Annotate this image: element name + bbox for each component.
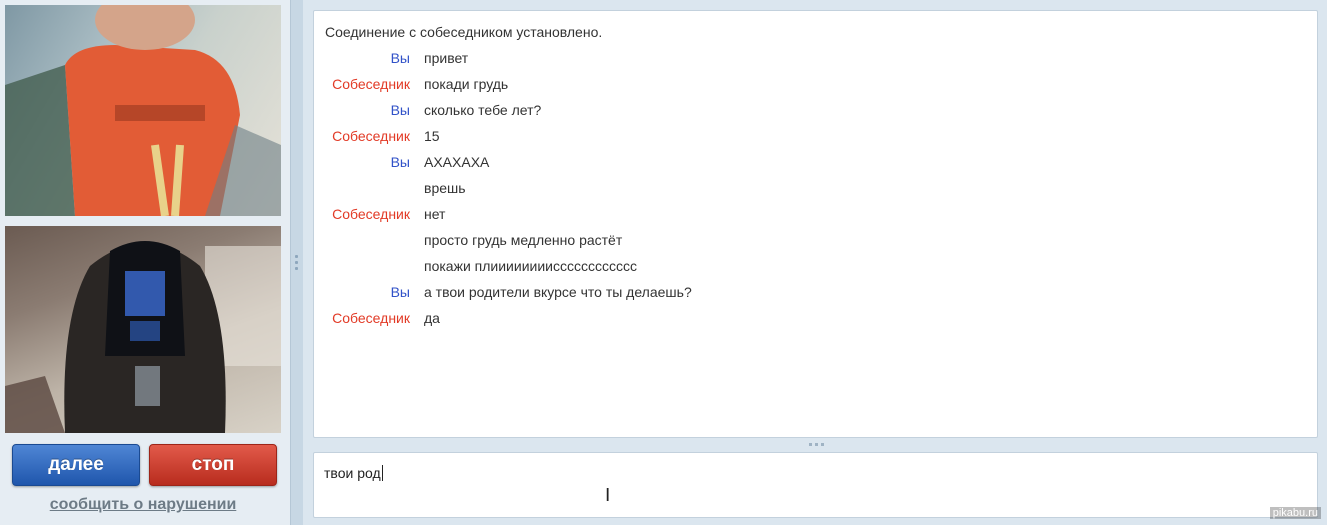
message-text: просто грудь медленно растёт <box>424 232 623 248</box>
stop-button[interactable]: стоп <box>149 444 277 486</box>
partner-video <box>5 5 281 216</box>
horizontal-splitter[interactable] <box>313 439 1318 451</box>
message-sender: Вы <box>390 154 410 170</box>
message-sender: Собеседник <box>332 128 410 144</box>
self-video-image <box>5 241 281 433</box>
message-text: привет <box>424 50 469 66</box>
video-panel: далее стоп сообщить о нарушении <box>0 0 290 525</box>
message-text: сколько тебе лет? <box>424 102 542 118</box>
text-cursor-icon: I <box>605 485 611 506</box>
watermark: pikabu.ru <box>1269 507 1321 519</box>
next-button[interactable]: далее <box>12 444 140 486</box>
report-violation-link[interactable]: сообщить о нарушении <box>5 496 281 514</box>
message-sender: Вы <box>390 102 410 118</box>
message-sender: Вы <box>390 50 410 66</box>
splitter-grip-icon[interactable] <box>809 443 824 446</box>
self-video <box>5 226 281 433</box>
message-text: врешь <box>424 180 466 196</box>
message-sender: Собеседник <box>332 206 410 222</box>
message-input-value: твои род <box>324 465 383 481</box>
message-text: 15 <box>424 128 440 144</box>
splitter-grip-icon[interactable] <box>295 255 298 273</box>
chat-log: Соединение с собеседником установлено. В… <box>313 10 1318 438</box>
message-text: покади грудь <box>424 76 509 92</box>
message-sender: Собеседник <box>332 76 410 92</box>
message-text: нет <box>424 206 446 222</box>
message-text: покажи плиииииииисссссссссссс <box>424 258 637 274</box>
vertical-splitter[interactable] <box>290 0 303 525</box>
message-sender: Вы <box>390 284 410 300</box>
partner-video-image <box>5 5 281 216</box>
message-sender: Собеседник <box>332 310 410 326</box>
message-text: а твои родители вкурсе что ты делаешь? <box>424 284 692 300</box>
message-input[interactable]: твои род I <box>313 452 1318 518</box>
system-message: Соединение с собеседником установлено. <box>325 24 603 40</box>
message-text: АХАХАХА <box>424 154 490 170</box>
message-text: да <box>424 310 440 326</box>
